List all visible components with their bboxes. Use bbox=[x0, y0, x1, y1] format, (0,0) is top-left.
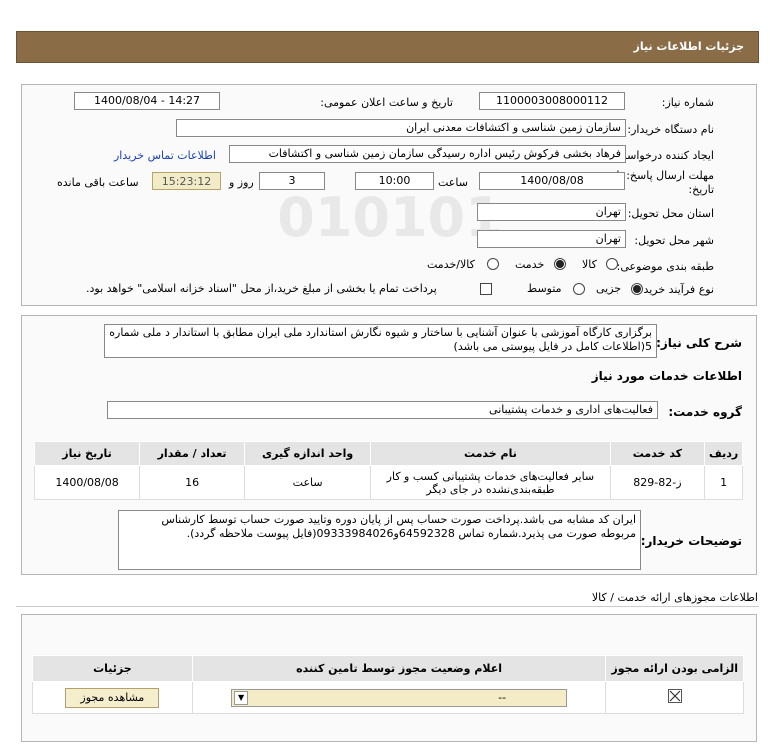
service-group-field: فعالیت‌های اداری و خدمات پشتیبانی bbox=[107, 401, 658, 419]
cell-unit: ساعت bbox=[244, 465, 372, 500]
col-row: ردیف bbox=[704, 441, 743, 466]
category-option-goods-service: کالا/خدمت bbox=[427, 258, 475, 271]
view-permit-button[interactable]: مشاهده مجوز bbox=[65, 687, 160, 708]
service-group-label: گروه خدمت: bbox=[668, 405, 742, 419]
process-label: نوع فرآیند خرید : bbox=[636, 283, 714, 296]
city-field: تهران bbox=[477, 230, 626, 248]
buyer-notes-label: توضیحات خریدار: bbox=[640, 534, 742, 548]
province-field: تهران bbox=[477, 203, 626, 221]
category-option-goods: کالا bbox=[582, 258, 597, 271]
permits-table-header: الزامی بودن ارائه مجوز اعلام وضعیت مجوز … bbox=[32, 655, 744, 682]
permit-col-status: اعلام وضعیت مجوز توسط تامین کننده bbox=[191, 655, 607, 682]
need-number-field: 1100003008000112 bbox=[479, 92, 625, 110]
cell-row: 1 bbox=[704, 465, 743, 500]
category-radio-goods-service[interactable] bbox=[487, 258, 499, 270]
buyer-field: سازمان زمین شناسی و اکتشافات معدنی ایران bbox=[176, 119, 626, 137]
category-radio-service[interactable] bbox=[554, 258, 566, 270]
time-label: ساعت bbox=[438, 176, 468, 189]
cell-date: 1400/08/08 bbox=[33, 465, 141, 500]
table-row: 1 ز-82-829 سایر فعالیت‌های خدمات پشتیبان… bbox=[33, 465, 743, 500]
category-option-service: خدمت bbox=[515, 258, 545, 271]
permit-required-cell bbox=[605, 681, 744, 714]
creator-label: ایجاد کننده درخواست: bbox=[612, 149, 714, 162]
cell-code: ز-82-829 bbox=[609, 465, 706, 500]
process-option-minor: جزیی bbox=[596, 282, 622, 295]
days-field: 3 bbox=[259, 172, 325, 190]
buyer-label: نام دستگاه خریدار: bbox=[627, 123, 714, 136]
col-unit: واحد اندازه گیری bbox=[244, 441, 372, 466]
cell-name-line1: سایر فعالیت‌های خدمات پشتیبانی کسب و کار bbox=[386, 469, 595, 483]
col-qty: تعداد / مقدار bbox=[139, 441, 246, 466]
buyer-notes-field: ایران کد مشابه می باشد.پرداخت صورت حساب … bbox=[118, 510, 641, 570]
deadline-date-label: تاریخ: bbox=[688, 183, 714, 196]
permit-col-required: الزامی بودن ارائه مجوز bbox=[605, 655, 744, 682]
cell-name-line2: طبقه‌بندی‌نشده در جای دیگر bbox=[426, 482, 555, 496]
category-label: طبقه بندی موضوعی: bbox=[616, 260, 714, 273]
services-table: ردیف کد خدمت نام خدمت واحد اندازه گیری ت… bbox=[33, 441, 743, 500]
province-label: استان محل تحویل: bbox=[627, 207, 714, 220]
cell-qty: 16 bbox=[139, 465, 246, 500]
cell-name: سایر فعالیت‌های خدمات پشتیبانی کسب و کار… bbox=[370, 465, 611, 500]
treasury-payment-note: پرداخت تمام یا بخشی از مبلغ خرید،از محل … bbox=[86, 282, 437, 295]
permit-col-details: جزئیات bbox=[32, 655, 193, 682]
deadline-date-field: 1400/08/08 bbox=[479, 172, 625, 190]
permit-status-value: -- bbox=[498, 690, 507, 704]
summary-label: شرح کلی نیاز: bbox=[656, 336, 742, 350]
buyer-contact-link[interactable]: اطلاعات تماس خریدار bbox=[114, 149, 216, 162]
treasury-payment-checkbox[interactable] bbox=[480, 283, 492, 295]
checked-box-icon bbox=[667, 689, 682, 703]
remaining-label: ساعت باقی مانده bbox=[57, 176, 139, 189]
announce-field: 1400/08/04 - 14:27 bbox=[74, 92, 220, 110]
deadline-time-field: 10:00 bbox=[355, 172, 434, 190]
announce-label: تاریخ و ساعت اعلان عمومی: bbox=[320, 96, 453, 109]
col-name: نام خدمت bbox=[370, 441, 611, 466]
process-option-medium: متوسط bbox=[527, 282, 562, 295]
services-heading: اطلاعات خدمات مورد نیاز bbox=[591, 369, 742, 383]
summary-field: برگزاری کارگاه آموزشی با عنوان آشنایی با… bbox=[104, 324, 657, 358]
permits-table: الزامی بودن ارائه مجوز اعلام وضعیت مجوز … bbox=[32, 655, 744, 714]
process-radio-minor[interactable] bbox=[631, 283, 643, 295]
col-date: تاریخ نیاز bbox=[33, 441, 141, 466]
remaining-time-field: 15:23:12 bbox=[152, 172, 221, 190]
creator-field: فرهاد بخشی فرکوش رئیس اداره رسیدگی سازما… bbox=[229, 145, 626, 163]
city-label: شهر محل تحویل: bbox=[634, 234, 714, 247]
days-label: روز و bbox=[229, 176, 254, 189]
category-radio-goods[interactable] bbox=[606, 258, 618, 270]
page-title: جزئیات اطلاعات نیاز bbox=[633, 40, 745, 53]
col-code: کد خدمت bbox=[609, 441, 706, 466]
permit-status-cell: ▼ -- bbox=[191, 681, 607, 714]
permits-title: اطلاعات مجوزهای ارائه خدمت / کالا bbox=[591, 591, 758, 604]
permits-divider bbox=[16, 606, 759, 607]
page-header: جزئیات اطلاعات نیاز bbox=[16, 31, 759, 63]
permit-details-cell: مشاهده مجوز bbox=[32, 681, 193, 714]
deadline-label: مهلت ارسال پاسخ: تا bbox=[616, 169, 714, 182]
process-radio-medium[interactable] bbox=[573, 283, 585, 295]
dropdown-arrow-icon[interactable]: ▼ bbox=[234, 690, 249, 705]
table-row: ▼ -- مشاهده مجوز bbox=[32, 681, 744, 714]
permit-status-select[interactable]: ▼ -- bbox=[231, 688, 568, 707]
services-table-header: ردیف کد خدمت نام خدمت واحد اندازه گیری ت… bbox=[33, 441, 743, 466]
need-number-label: شماره نیاز: bbox=[661, 96, 714, 109]
